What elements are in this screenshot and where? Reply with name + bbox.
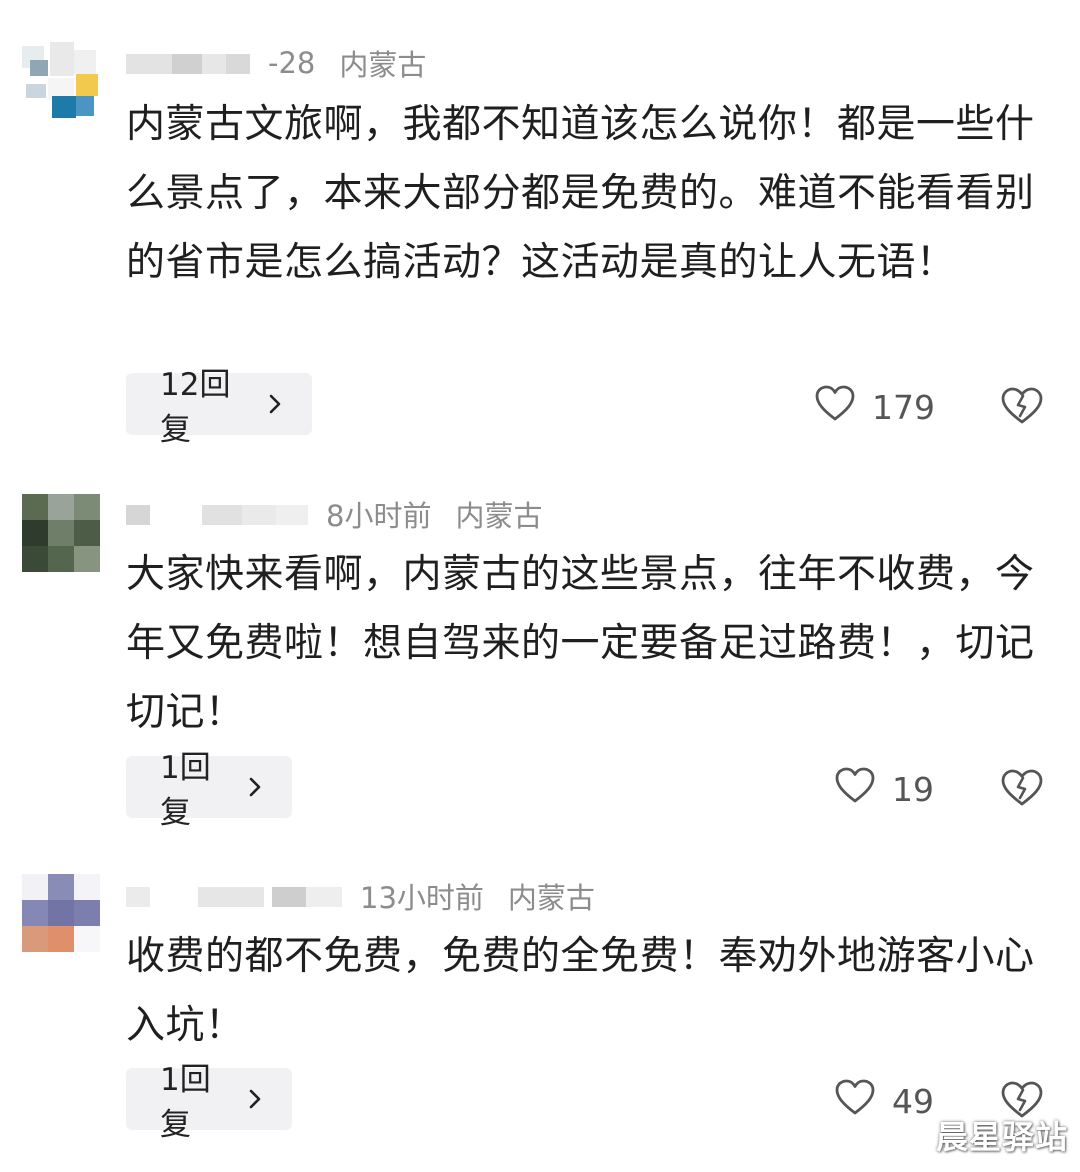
comment-text: 内蒙古文旅啊，我都不知道该怎么说你！都是一些什么景点了，本来大部分都是免费的。难…	[126, 102, 1035, 285]
like-button[interactable]: 19	[834, 766, 934, 812]
chevron-right-icon	[248, 1088, 262, 1110]
reply-label: 1回复	[160, 1062, 211, 1143]
comment-location: 内蒙古	[455, 499, 543, 533]
avatar[interactable]	[22, 874, 100, 952]
comment-item: -28 内蒙古 内蒙古文旅啊，我都不知道该怎么说你！都是一些什么景点了，本来大部…	[0, 0, 1080, 450]
comment-time: -28	[268, 46, 316, 80]
comment-time: 13小时前	[360, 881, 484, 915]
chevron-right-icon	[248, 776, 262, 798]
like-button[interactable]: 49	[834, 1078, 934, 1124]
username-blurred[interactable]	[126, 48, 250, 78]
heart-outline-icon	[834, 1078, 876, 1124]
like-button[interactable]: 179	[814, 384, 935, 430]
username-blurred[interactable]	[126, 499, 308, 529]
chevron-right-icon	[268, 393, 282, 415]
reply-button[interactable]: 12回复	[126, 367, 312, 448]
comment-meta: -28 内蒙古	[126, 43, 426, 83]
like-count: 19	[892, 769, 934, 809]
comment-text: 大家快来看啊，内蒙古的这些景点，往年不收费，今年又免费啦！想自驾来的一定要备足过…	[126, 552, 1035, 735]
comment-text: 收费的都不免费，免费的全免费！奉劝外地游客小心入坑！	[126, 934, 1035, 1048]
reply-button[interactable]: 1回复	[126, 750, 292, 831]
like-count: 179	[872, 387, 935, 427]
comment-meta: 13小时前 内蒙古	[126, 876, 595, 916]
reply-label: 1回复	[160, 750, 211, 831]
broken-heart-icon[interactable]	[1000, 386, 1044, 426]
watermark: 晨星驿站	[935, 1118, 1068, 1156]
comment-time: 8小时前	[326, 499, 432, 533]
like-count: 49	[892, 1081, 934, 1121]
heart-outline-icon	[834, 766, 876, 812]
comment-item: 13小时前 内蒙古 收费的都不免费，免费的全免费！奉劝外地游客小心入坑！ 1回复…	[0, 840, 1080, 1172]
comment-item: 8小时前 内蒙古 大家快来看啊，内蒙古的这些景点，往年不收费，今年又免费啦！想自…	[0, 450, 1080, 840]
comment-location: 内蒙古	[507, 881, 595, 915]
reply-label: 12回复	[160, 367, 231, 448]
avatar[interactable]	[22, 40, 100, 118]
broken-heart-icon[interactable]	[1000, 768, 1044, 808]
avatar[interactable]	[22, 494, 100, 572]
comment-meta: 8小时前 内蒙古	[126, 494, 542, 534]
username-blurred[interactable]	[126, 881, 342, 911]
comment-location: 内蒙古	[339, 48, 427, 82]
reply-button[interactable]: 1回复	[126, 1062, 292, 1143]
heart-outline-icon	[814, 384, 856, 430]
